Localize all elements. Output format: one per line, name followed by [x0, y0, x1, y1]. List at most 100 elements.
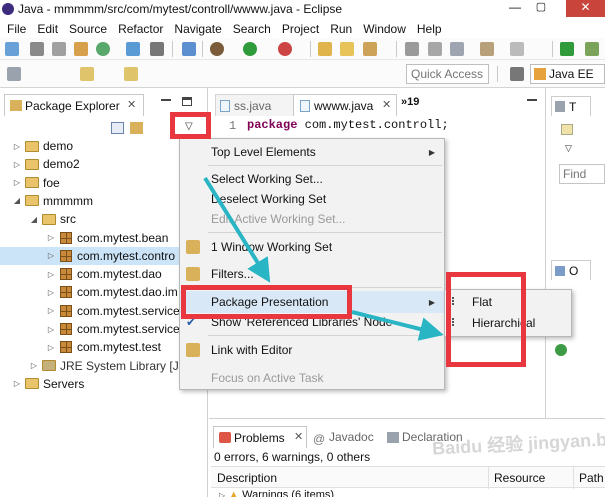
editor-overflow-button[interactable]: »19: [401, 96, 419, 108]
back-icon[interactable]: [510, 42, 524, 56]
menu-item-filters[interactable]: Filters...: [180, 263, 445, 285]
tools-icon[interactable]: [150, 42, 164, 56]
prev-annotation-icon[interactable]: [480, 42, 494, 56]
tree-item[interactable]: ▷ demo2: [0, 155, 80, 173]
search-icon[interactable]: [428, 42, 442, 56]
run-icon[interactable]: [243, 42, 257, 56]
expand-icon[interactable]: ◢: [12, 196, 22, 205]
expand-icon[interactable]: ▷: [12, 379, 22, 388]
new-icon[interactable]: [5, 42, 19, 56]
next-annotation-icon[interactable]: [450, 42, 464, 56]
menu-edit[interactable]: Edit: [37, 22, 65, 36]
editor-minimize-icon[interactable]: [527, 99, 537, 101]
expand-icon[interactable]: ◢: [29, 215, 39, 224]
dropdown-icon[interactable]: ▽: [565, 143, 572, 154]
tree-item[interactable]: ▷ com.mytest.test: [0, 338, 161, 356]
menu-help[interactable]: Help: [417, 22, 449, 36]
menu-navigate[interactable]: Navigate: [174, 22, 228, 36]
tree-item[interactable]: ▷ com.mytest.dao: [0, 265, 162, 283]
tree-item[interactable]: ▷ com.mytest.service: [0, 302, 180, 320]
expand-icon[interactable]: ▷: [46, 306, 56, 315]
problems-tab[interactable]: Problems ✕: [213, 426, 307, 448]
menu-item-link-with-editor[interactable]: Link with Editor: [180, 339, 445, 361]
tree-item[interactable]: ▷ Servers: [0, 375, 84, 393]
server-icon[interactable]: [278, 42, 292, 56]
column-path[interactable]: Path: [579, 471, 604, 485]
expand-icon[interactable]: ▷: [12, 178, 22, 187]
editor-tab-wwww[interactable]: wwww.java ✕: [293, 94, 397, 116]
menu-file[interactable]: File: [7, 22, 33, 36]
java-ee-perspective-button[interactable]: Java EE: [530, 64, 605, 84]
tree-item[interactable]: ▷ com.mytest.service: [0, 320, 180, 338]
menu-item-deselect-working-set[interactable]: Deselect Working Set: [180, 188, 445, 210]
tree-item[interactable]: ▷ foe: [0, 174, 60, 192]
minimize-button[interactable]: —: [502, 0, 528, 17]
new-task-icon[interactable]: [561, 124, 573, 135]
outline-tab[interactable]: O: [551, 260, 591, 280]
tree-item[interactable]: ▷ com.mytest.dao.im: [0, 283, 178, 301]
menu-item-select-working-set[interactable]: Select Working Set...: [180, 168, 445, 190]
menu-search[interactable]: Search: [233, 22, 278, 36]
tree-item[interactable]: ◢ mmmmm: [0, 192, 93, 210]
javadoc-tab[interactable]: Javadoc: [329, 430, 374, 444]
edit-icon[interactable]: [7, 67, 21, 81]
expand-icon[interactable]: ▷: [46, 343, 56, 352]
menu-refactor[interactable]: Refactor: [118, 22, 170, 36]
maximize-button[interactable]: ▢: [528, 0, 554, 17]
close-tab-icon[interactable]: ✕: [294, 430, 303, 443]
expand-icon[interactable]: ▷: [46, 270, 56, 279]
column-description[interactable]: Description: [217, 471, 277, 485]
pin-icon[interactable]: [182, 42, 196, 56]
build-icon[interactable]: [74, 42, 88, 56]
find-input[interactable]: [559, 164, 605, 184]
debug-icon[interactable]: [210, 42, 224, 56]
open-perspective-icon[interactable]: [585, 42, 599, 56]
collapse-all-icon[interactable]: [111, 122, 124, 134]
open-type-icon[interactable]: [340, 42, 354, 56]
close-tab-icon[interactable]: ✕: [127, 98, 136, 111]
tree-item[interactable]: ▷ com.mytest.contro: [0, 246, 190, 265]
task-list-tab[interactable]: T: [551, 96, 591, 116]
web-icon[interactable]: [126, 42, 140, 56]
menu-item-top-level-elements[interactable]: Top Level Elements ▶: [180, 141, 445, 163]
menu-item-1-window-working-set[interactable]: 1 Window Working Set: [180, 236, 445, 258]
column-resource[interactable]: Resource: [494, 471, 545, 485]
link-editor-icon[interactable]: [130, 122, 143, 134]
tree-item[interactable]: ◢ src: [0, 210, 76, 228]
save-all-icon[interactable]: [52, 42, 66, 56]
warnings-row[interactable]: ▷ ▲ Warnings (6 items): [219, 489, 334, 497]
editor-tab-ss[interactable]: ss.java: [215, 94, 295, 116]
expand-icon[interactable]: ▷: [46, 233, 56, 242]
minimize-view-icon[interactable]: [161, 99, 171, 101]
problems-summary: 0 errors, 6 warnings, 0 others: [214, 450, 371, 464]
close-tab-icon[interactable]: ✕: [382, 98, 391, 111]
expand-icon[interactable]: ▷: [46, 325, 56, 334]
menu-window[interactable]: Window: [363, 22, 413, 36]
expand-icon[interactable]: ▷: [12, 142, 22, 151]
menu-source[interactable]: Source: [69, 22, 114, 36]
open-folder-icon[interactable]: [318, 42, 332, 56]
package-explorer-tab[interactable]: Package Explorer ✕: [4, 94, 144, 116]
annotation-icon[interactable]: [405, 42, 419, 56]
arrow-right-icon[interactable]: [124, 67, 138, 81]
menu-run[interactable]: Run: [330, 22, 359, 36]
close-button[interactable]: ✕: [566, 0, 605, 17]
tree-item-label: com.mytest.bean: [77, 230, 169, 245]
code-line[interactable]: package com.mytest.controll;: [247, 118, 449, 132]
expand-icon[interactable]: ▷: [46, 288, 56, 297]
tree-item[interactable]: ▷ demo: [0, 137, 73, 155]
run-last-icon[interactable]: [560, 42, 574, 56]
refresh-icon[interactable]: [96, 42, 110, 56]
expand-icon[interactable]: ▷: [46, 251, 56, 260]
expand-icon[interactable]: ▷: [29, 361, 39, 370]
arrow-left-icon[interactable]: [80, 67, 94, 81]
expand-icon[interactable]: ▷: [12, 160, 22, 169]
wand-icon[interactable]: [363, 42, 377, 56]
maximize-view-icon[interactable]: [182, 97, 192, 106]
tree-item[interactable]: ▷ JRE System Library [Ja: [0, 357, 185, 375]
perspective-icon[interactable]: [510, 67, 524, 81]
menu-project[interactable]: Project: [282, 22, 326, 36]
save-icon[interactable]: [30, 42, 44, 56]
tree-item[interactable]: ▷ com.mytest.bean: [0, 229, 168, 247]
quick-access-input[interactable]: [406, 64, 489, 84]
